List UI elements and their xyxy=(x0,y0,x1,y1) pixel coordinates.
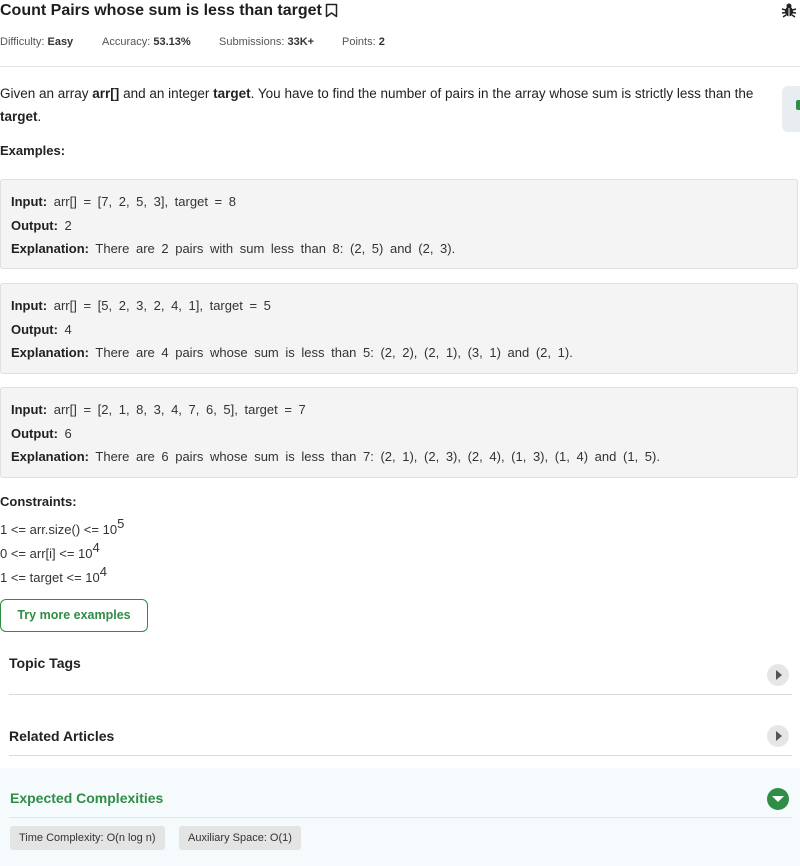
chevron-right-icon[interactable] xyxy=(767,725,789,747)
example-input-line: Input: arr[] = [5, 2, 3, 2, 4, 1], targe… xyxy=(11,294,787,318)
examples-heading: Examples: xyxy=(0,143,66,158)
example-output: 6 xyxy=(64,425,72,441)
example-explanation-line: Explanation: There are 6 pairs whose sum… xyxy=(11,445,787,469)
accuracy-value: 53.13% xyxy=(153,36,191,48)
expected-complexities-section[interactable]: Expected Complexities Time Complexity: O… xyxy=(0,768,800,866)
points-value: 2 xyxy=(378,36,385,48)
example-input: arr[] = [7, 2, 5, 3], target = 8 xyxy=(53,194,236,209)
accuracy-label: Accuracy: xyxy=(102,36,151,48)
statement-target: target xyxy=(213,86,251,101)
constraint-item: 1 <= target <= 104 xyxy=(0,564,107,585)
submissions-label: Submissions: xyxy=(219,36,285,48)
output-label: Output: xyxy=(11,425,58,441)
difficulty-meta: Difficulty: Easy xyxy=(0,36,73,48)
example-input: arr[] = [2, 1, 8, 3, 4, 7, 6, 5], target… xyxy=(53,402,306,417)
constraint-exponent: 4 xyxy=(92,540,100,555)
title-row: Count Pairs whose sum is less than targe… xyxy=(0,0,800,28)
input-label: Input: xyxy=(11,194,48,209)
constraint-text: 1 <= target <= 10 xyxy=(0,570,100,585)
expected-complexities-title: Expected Complexities xyxy=(10,790,164,806)
topic-tags-title: Topic Tags xyxy=(9,655,81,671)
topic-tags-accordion[interactable]: Topic Tags xyxy=(0,634,792,695)
explanation-label: Explanation: xyxy=(11,241,90,256)
example-box: Input: arr[] = [7, 2, 5, 3], target = 8 … xyxy=(0,179,798,269)
problem-statement: Given an array arr[] and an integer targ… xyxy=(0,82,772,128)
explanation-label: Explanation: xyxy=(11,449,90,464)
example-output: 4 xyxy=(64,321,72,337)
auxiliary-space-badge: Auxiliary Space: O(1) xyxy=(179,826,301,850)
related-articles-accordion[interactable]: Related Articles xyxy=(0,695,792,756)
example-explanation-line: Explanation: There are 4 pairs whose sum… xyxy=(11,341,787,365)
example-output: 2 xyxy=(64,217,72,233)
submissions-value: 33K+ xyxy=(287,36,315,48)
points-meta: Points: 2 xyxy=(342,36,385,48)
output-label: Output: xyxy=(11,217,58,233)
accordion-divider xyxy=(9,755,792,756)
example-explanation: There are 2 pairs with sum less than 8: … xyxy=(95,241,456,256)
statement-text: . xyxy=(37,109,42,124)
constraint-exponent: 5 xyxy=(117,516,125,531)
statement-text: and an integer xyxy=(119,86,214,101)
related-articles-title: Related Articles xyxy=(9,728,115,744)
statement-text: . You have to find the number of pairs i… xyxy=(250,86,754,101)
bug-icon[interactable] xyxy=(781,2,797,23)
difficulty-label: Difficulty: xyxy=(0,36,45,48)
example-box: Input: arr[] = [5, 2, 3, 2, 4, 1], targe… xyxy=(0,283,798,374)
example-input-line: Input: arr[] = [7, 2, 5, 3], target = 8 xyxy=(11,190,787,214)
constraint-exponent: 4 xyxy=(99,564,107,579)
constraint-item: 1 <= arr.size() <= 105 xyxy=(0,516,124,537)
side-panel-toggle[interactable] xyxy=(782,86,800,132)
header-divider xyxy=(0,66,800,67)
constraint-text: 1 <= arr.size() <= 10 xyxy=(0,522,118,537)
problem-title-wrap: Count Pairs whose sum is less than targe… xyxy=(0,0,338,25)
constraint-text: 0 <= arr[i] <= 10 xyxy=(0,546,93,561)
side-panel-indicator xyxy=(796,100,800,110)
example-explanation: There are 4 pairs whose sum is less than… xyxy=(95,345,573,360)
chevron-right-icon[interactable] xyxy=(767,664,789,686)
input-label: Input: xyxy=(11,402,48,417)
time-complexity-badge: Time Complexity: O(n log n) xyxy=(10,826,165,850)
statement-arr: arr[] xyxy=(92,86,120,101)
accuracy-meta: Accuracy: 53.13% xyxy=(102,36,191,48)
example-input: arr[] = [5, 2, 3, 2, 4, 1], target = 5 xyxy=(53,298,271,313)
points-label: Points: xyxy=(342,36,376,48)
try-more-examples-button[interactable]: Try more examples xyxy=(0,599,148,632)
constraint-item: 0 <= arr[i] <= 104 xyxy=(0,540,100,561)
explanation-label: Explanation: xyxy=(11,345,90,360)
difficulty-value: Easy xyxy=(47,36,74,48)
example-input-line: Input: arr[] = [2, 1, 8, 3, 4, 7, 6, 5],… xyxy=(11,398,787,422)
output-label: Output: xyxy=(11,321,58,337)
statement-target: target xyxy=(0,109,38,124)
example-explanation: There are 6 pairs whose sum is less than… xyxy=(95,449,660,464)
example-output-line: Output: 2 xyxy=(11,214,787,238)
input-label: Input: xyxy=(11,298,48,313)
example-box: Input: arr[] = [2, 1, 8, 3, 4, 7, 6, 5],… xyxy=(0,387,798,478)
problem-title: Count Pairs whose sum is less than targe… xyxy=(0,2,322,19)
constraints-heading: Constraints: xyxy=(0,494,77,509)
bookmark-icon[interactable] xyxy=(325,3,338,25)
section-divider xyxy=(9,817,792,818)
example-output-line: Output: 4 xyxy=(11,318,787,342)
statement-text: Given an array xyxy=(0,86,93,101)
example-explanation-line: Explanation: There are 2 pairs with sum … xyxy=(11,237,787,261)
example-output-line: Output: 6 xyxy=(11,422,787,446)
submissions-meta: Submissions: 33K+ xyxy=(219,36,314,48)
chevron-down-icon[interactable] xyxy=(767,788,789,810)
